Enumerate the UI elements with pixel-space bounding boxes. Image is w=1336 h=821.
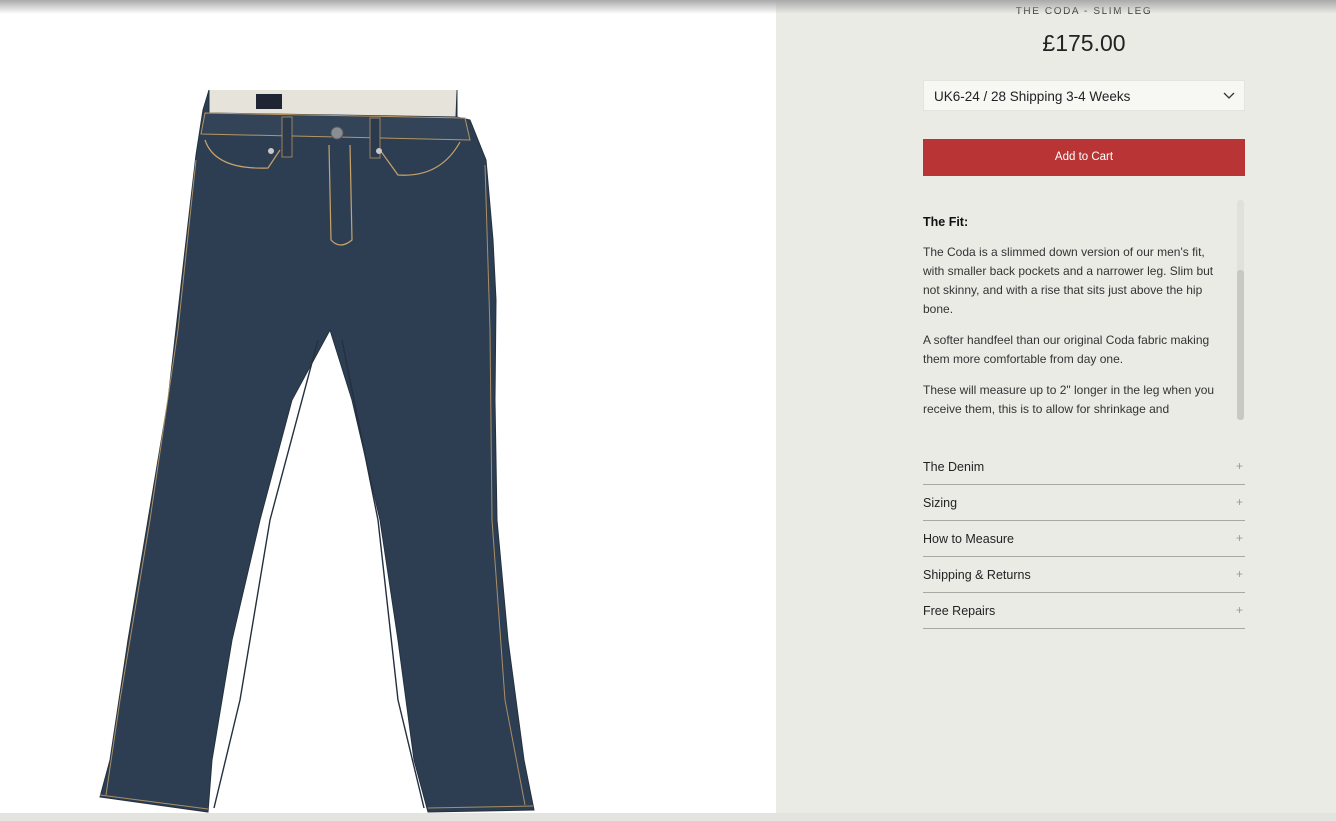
accordion-item-free-repairs[interactable]: Free Repairs + bbox=[923, 593, 1245, 629]
plus-icon: + bbox=[1235, 459, 1243, 473]
plus-icon: + bbox=[1235, 495, 1243, 509]
accordion-label: Shipping & Returns bbox=[923, 568, 1031, 582]
description-paragraph: The Coda is a slimmed down version of ou… bbox=[923, 245, 1214, 316]
variant-selected-value: UK6-24 / 28 Shipping 3-4 Weeks bbox=[934, 89, 1131, 104]
accordion-label: How to Measure bbox=[923, 532, 1015, 546]
variant-select[interactable]: UK6-24 / 28 Shipping 3-4 Weeks bbox=[923, 80, 1245, 111]
plus-icon: + bbox=[1235, 567, 1243, 581]
page-bottom-edge bbox=[0, 813, 1336, 821]
description-paragraph: A softer handfeel than our original Coda… bbox=[923, 333, 1210, 366]
accordion-item-how-to-measure[interactable]: How to Measure + bbox=[923, 521, 1245, 557]
add-to-cart-button[interactable]: Add to Cart bbox=[923, 139, 1245, 176]
top-shadow bbox=[0, 0, 1336, 14]
accordion-item-sizing[interactable]: Sizing + bbox=[923, 485, 1245, 521]
plus-icon: + bbox=[1235, 603, 1243, 617]
jeans-image bbox=[99, 89, 535, 813]
info-accordion: The Denim + Sizing + How to Measure + Sh… bbox=[923, 449, 1245, 629]
chevron-down-icon bbox=[1223, 92, 1235, 99]
accordion-label: Sizing bbox=[923, 496, 958, 510]
accordion-item-shipping-returns[interactable]: Shipping & Returns + bbox=[923, 557, 1245, 593]
accordion-label: The Denim bbox=[923, 460, 985, 474]
accordion-item-the-denim[interactable]: The Denim + bbox=[923, 449, 1245, 485]
fit-heading: The Fit: bbox=[923, 215, 969, 229]
plus-icon: + bbox=[1235, 531, 1243, 545]
scrollbar-thumb[interactable] bbox=[1237, 270, 1244, 420]
product-image bbox=[0, 0, 776, 813]
description-panel[interactable]: The Fit: The Coda is a slimmed down vers… bbox=[923, 200, 1245, 420]
product-price: £175.00 bbox=[1042, 30, 1126, 56]
product-info-panel: THE CODA - SLIM LEG £175.00 UK6-24 / 28 … bbox=[776, 0, 1336, 813]
accordion-label: Free Repairs bbox=[923, 604, 996, 618]
description-paragraph: These will measure up to 2" longer in th… bbox=[923, 383, 1215, 416]
